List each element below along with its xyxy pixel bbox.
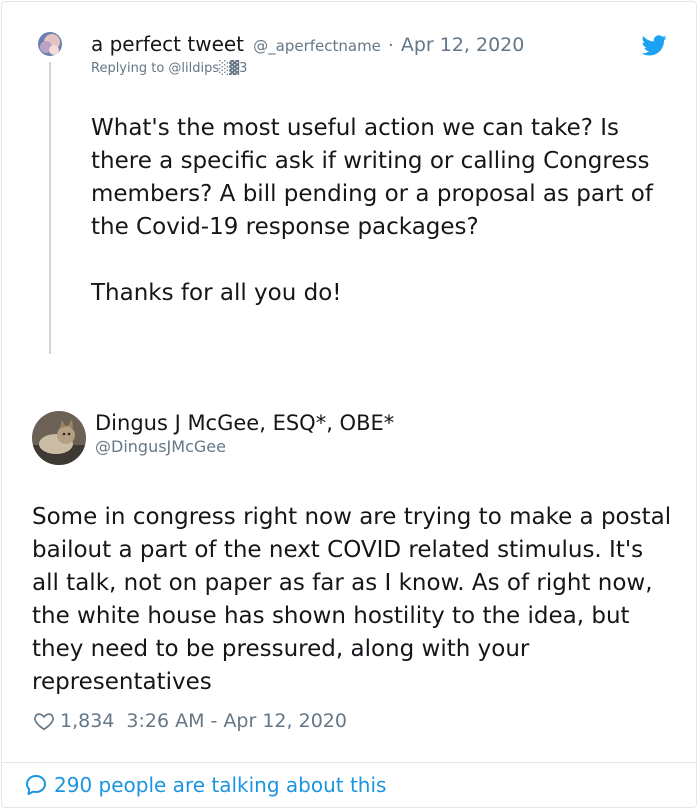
reply-author-avatar[interactable] (38, 32, 62, 56)
tweet-timestamp[interactable]: 3:26 AM - Apr 12, 2020 (126, 710, 347, 732)
main-tweet-text: Some in congress right now are trying to… (32, 504, 672, 695)
heart-icon[interactable] (33, 710, 55, 732)
reply-author-handle[interactable]: @_aperfectname (253, 37, 381, 55)
conversation-count-text: 290 people are talking about this (54, 773, 387, 797)
main-author-name[interactable]: Dingus J McGee, ESQ*, OBE* (95, 411, 394, 435)
like-count[interactable]: 1,834 (60, 710, 114, 732)
header-separator: · (388, 35, 394, 56)
reply-header: a perfect tweet @_aperfectname · Apr 12,… (91, 32, 524, 56)
footer-divider (1, 762, 697, 763)
main-author-avatar[interactable] (32, 411, 86, 465)
tweet-meta-row: 1,834 3:26 AM - Apr 12, 2020 (33, 710, 347, 732)
thread-connector-line (49, 62, 51, 354)
conversation-link[interactable]: 290 people are talking about this (24, 773, 386, 797)
twitter-bird-icon[interactable] (641, 35, 667, 56)
reply-author-name[interactable]: a perfect tweet (91, 32, 244, 56)
speech-bubble-icon (24, 773, 48, 797)
main-author-handle[interactable]: @DingusJMcGee (95, 437, 226, 456)
replying-to-label[interactable]: Replying to @lildips░▓3 (91, 61, 247, 76)
reply-date-link[interactable]: Apr 12, 2020 (401, 34, 525, 56)
reply-tweet-text: What's the most useful action we can tak… (91, 115, 653, 306)
